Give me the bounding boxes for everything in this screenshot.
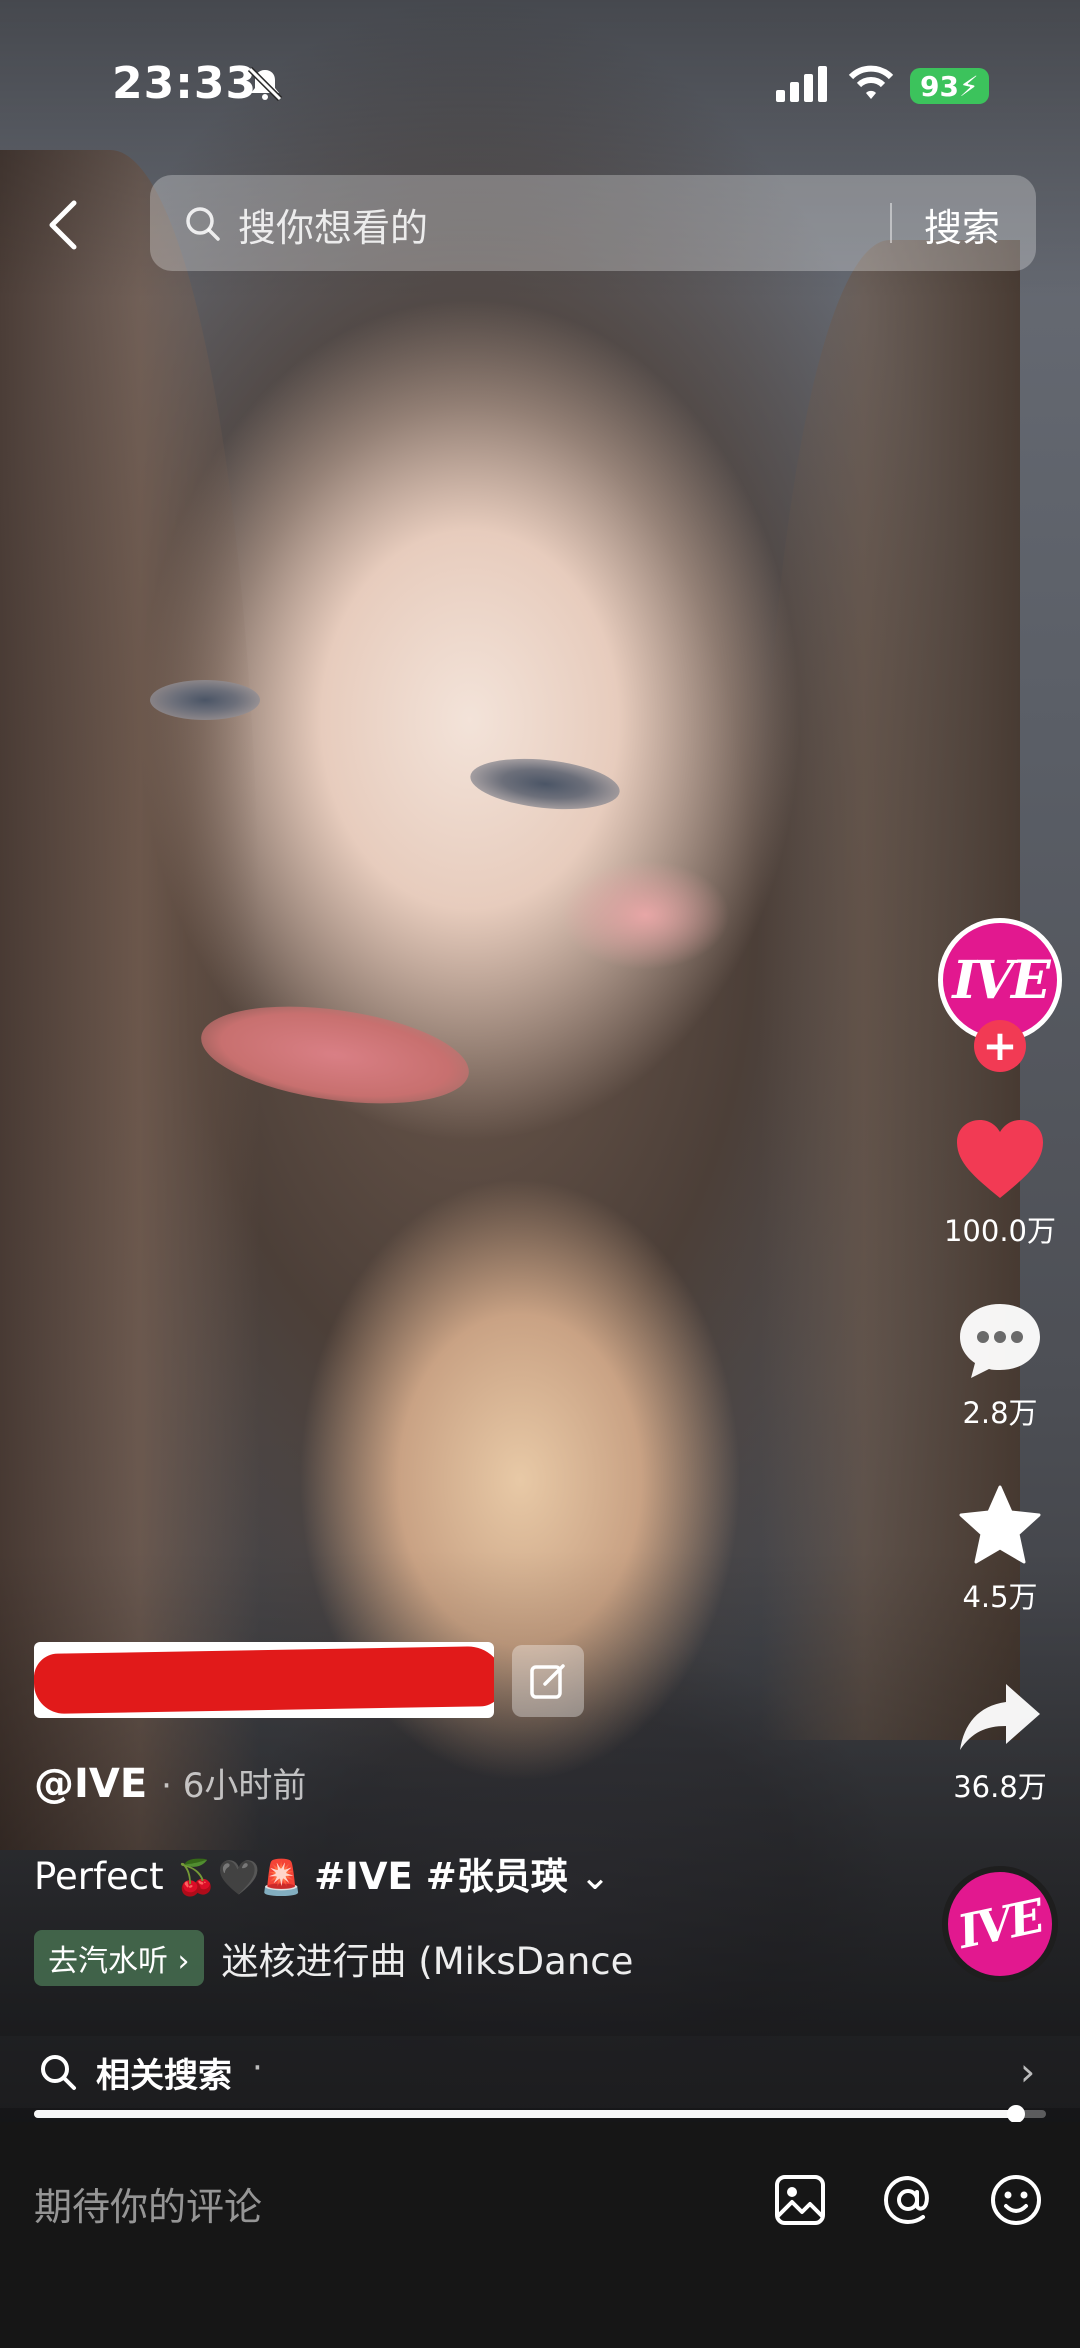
share-count: 36.8万 [953, 1770, 1047, 1804]
author-row: @IVE · 6小时前 [34, 1758, 306, 1807]
edit-button[interactable] [512, 1645, 584, 1717]
comment-count: 2.8万 [962, 1396, 1038, 1430]
comment-bar: 期待你的评论 [0, 2122, 1080, 2348]
follow-button[interactable]: + [974, 1020, 1026, 1072]
search-icon [41, 2055, 76, 2090]
post-time: · 6小时前 [161, 1766, 307, 1806]
emoji-icon[interactable] [988, 2172, 1044, 2228]
favorite-count: 4.5万 [962, 1580, 1038, 1614]
back-icon[interactable] [40, 195, 88, 255]
avatar-logo-text: IVE [952, 949, 1050, 1011]
charging-icon: ⚡ [958, 69, 979, 103]
star-icon [959, 1485, 1041, 1564]
video-content [150, 680, 260, 720]
comment-input[interactable]: 期待你的评论 [34, 2176, 262, 2231]
redaction-scribble [34, 1645, 494, 1715]
image-icon[interactable] [772, 2172, 828, 2228]
disc-logo-text: IVE [953, 1888, 1047, 1960]
progress-fill [34, 2110, 1016, 2118]
wifi-icon [848, 65, 894, 99]
author-name[interactable]: @IVE [34, 1761, 147, 1807]
search-input[interactable]: 搜你想看的 搜索 [150, 175, 1036, 271]
related-search-dot: · [252, 2048, 263, 2088]
bell-muted-icon [247, 66, 283, 102]
status-time: 23:33 [112, 58, 258, 109]
comment-button[interactable]: 2.8万 [930, 1300, 1070, 1432]
related-search-label: 相关搜索 [96, 2056, 232, 2096]
favorite-button[interactable]: 4.5万 [930, 1484, 1070, 1616]
caption-hashtags[interactable]: #IVE #张员瑛 [314, 1855, 568, 1898]
search-divider [890, 203, 892, 243]
video-progress[interactable] [34, 2105, 1046, 2123]
music-row[interactable]: 去汽水听 › 迷核进行曲 (MiksDance [34, 1930, 633, 1986]
battery-indicator: 93 ⚡ [910, 68, 989, 104]
redacted-title [34, 1642, 494, 1718]
chevron-right-icon: › [1020, 2050, 1036, 2094]
caption-emoji: 🍒🖤🚨 [175, 1858, 303, 1898]
status-bar: 23:33 93 ⚡ [0, 58, 1080, 118]
music-title: 迷核进行曲 (MiksDance [221, 1940, 634, 1983]
search-icon [186, 207, 220, 241]
progress-thumb[interactable] [1006, 2105, 1025, 2123]
music-disc[interactable]: IVE [942, 1866, 1058, 1982]
video-content [467, 752, 623, 816]
like-button[interactable]: 100.0万 [930, 1118, 1070, 1250]
video-content [560, 860, 730, 970]
search-placeholder: 搜你想看的 [238, 206, 429, 250]
listen-chip[interactable]: 去汽水听 › [34, 1930, 204, 1986]
share-icon [960, 1684, 1040, 1750]
like-count: 100.0万 [943, 1214, 1057, 1248]
signal-icon [776, 66, 827, 102]
battery-level: 93 [920, 69, 959, 103]
comment-icon [960, 1304, 1040, 1378]
caption[interactable]: Perfect 🍒🖤🚨 #IVE #张员瑛 ⌄ [34, 1846, 611, 1900]
at-icon[interactable] [880, 2172, 936, 2228]
chevron-down-icon[interactable]: ⌄ [579, 1855, 610, 1898]
heart-icon [957, 1120, 1043, 1198]
edit-icon [530, 1664, 565, 1699]
share-button[interactable]: 36.8万 [930, 1680, 1070, 1806]
caption-text: Perfect [34, 1855, 164, 1898]
related-search-bar[interactable]: 相关搜索 · › [0, 2036, 1080, 2108]
search-button[interactable]: 搜索 [924, 197, 1000, 252]
